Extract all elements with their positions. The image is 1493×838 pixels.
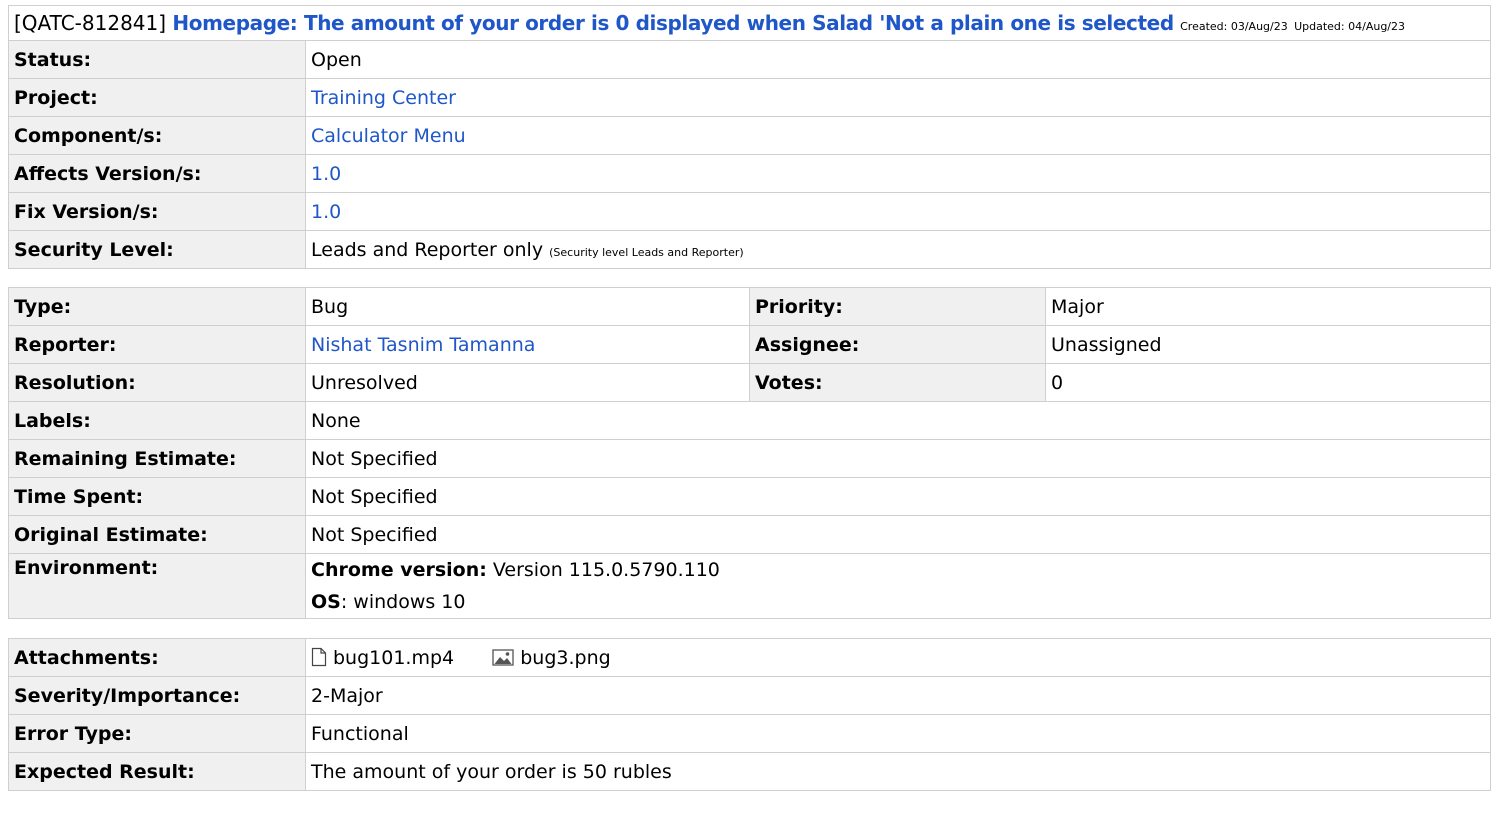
- table-row: Fix Version/s: 1.0: [8, 192, 1491, 231]
- expected-result-label: Expected Result:: [8, 752, 306, 791]
- remaining-estimate-value: Not Specified: [305, 439, 1491, 478]
- issue-summary-link[interactable]: Homepage: The amount of your order is 0 …: [172, 11, 1174, 35]
- fix-version-label: Fix Version/s:: [8, 192, 306, 231]
- fix-version-link[interactable]: 1.0: [311, 201, 341, 223]
- env-chrome-line: Chrome version: Version 115.0.5790.110: [311, 555, 1485, 587]
- security-level-label: Security Level:: [8, 230, 306, 269]
- attachments-label: Attachments:: [8, 638, 306, 677]
- table-row: Original Estimate: Not Specified: [8, 515, 1491, 554]
- table-row: Severity/Importance: 2-Major: [8, 676, 1491, 715]
- attachment-name[interactable]: bug101.mp4: [333, 647, 454, 669]
- attachments-list: bug101.mp4 bug3.png: [305, 638, 1491, 677]
- environment-label: Environment:: [8, 553, 306, 619]
- table-row: Expected Result: The amount of your orde…: [8, 752, 1491, 791]
- reporter-label: Reporter:: [8, 325, 306, 364]
- table-row: Component/s: Calculator Menu: [8, 116, 1491, 155]
- component-label: Component/s:: [8, 116, 306, 155]
- priority-label: Priority:: [749, 287, 1046, 326]
- status-value: Open: [305, 40, 1491, 79]
- error-type-value: Functional: [305, 714, 1491, 753]
- labels-value: None: [305, 401, 1491, 440]
- expected-result-value: The amount of your order is 50 rubles: [305, 752, 1491, 791]
- resolution-label: Resolution:: [8, 363, 306, 402]
- security-level-value: Leads and Reporter only: [311, 238, 544, 261]
- image-icon: [492, 648, 514, 666]
- reporter-link[interactable]: Nishat Tasnim Tamanna: [311, 334, 535, 356]
- attachment-item[interactable]: bug101.mp4: [311, 647, 460, 669]
- votes-label: Votes:: [749, 363, 1046, 402]
- priority-value: Major: [1045, 287, 1491, 326]
- assignee-label: Assignee:: [749, 325, 1046, 364]
- details-table: Status: Open Project: Training Center Co…: [8, 40, 1491, 269]
- table-row: Project: Training Center: [8, 78, 1491, 117]
- fields-table: Type: Bug Priority: Major Reporter: Nish…: [8, 287, 1491, 619]
- time-spent-label: Time Spent:: [8, 477, 306, 516]
- env-os-key: OS: [311, 591, 341, 613]
- status-label: Status:: [8, 40, 306, 79]
- table-row: Affects Version/s: 1.0: [8, 154, 1491, 193]
- attachment-name[interactable]: bug3.png: [520, 647, 610, 669]
- type-value: Bug: [305, 287, 750, 326]
- labels-label: Labels:: [8, 401, 306, 440]
- votes-value: 0: [1045, 363, 1491, 402]
- table-row: Time Spent: Not Specified: [8, 477, 1491, 516]
- component-link[interactable]: Calculator Menu: [311, 125, 466, 147]
- table-row: Security Level: Leads and Reporter only …: [8, 230, 1491, 269]
- created-date: Created: 03/Aug/23: [1180, 20, 1288, 33]
- table-row: Type: Bug Priority: Major: [8, 287, 1491, 326]
- resolution-value: Unresolved: [305, 363, 750, 402]
- project-link[interactable]: Training Center: [311, 87, 456, 109]
- attachment-item[interactable]: bug3.png: [492, 647, 611, 669]
- environment-value: Chrome version: Version 115.0.5790.110 O…: [305, 553, 1491, 619]
- affects-version-label: Affects Version/s:: [8, 154, 306, 193]
- table-row: Environment: Chrome version: Version 115…: [8, 553, 1491, 619]
- table-row: Remaining Estimate: Not Specified: [8, 439, 1491, 478]
- updated-date: Updated: 04/Aug/23: [1294, 20, 1406, 33]
- table-row: Status: Open: [8, 40, 1491, 79]
- env-chrome-key: Chrome version:: [311, 559, 487, 581]
- issue-key: [QATC-812841]: [14, 11, 167, 35]
- custom-fields-table: Attachments: bug101.mp4 bug3.png Severit…: [8, 638, 1491, 791]
- table-row: Reporter: Nishat Tasnim Tamanna Assignee…: [8, 325, 1491, 364]
- issue-view: [QATC-812841] Homepage: The amount of yo…: [8, 5, 1491, 791]
- file-icon: [311, 647, 327, 666]
- severity-value: 2-Major: [305, 676, 1491, 715]
- original-estimate-label: Original Estimate:: [8, 515, 306, 554]
- security-level-note: (Security level Leads and Reporter): [549, 245, 744, 259]
- table-row: Labels: None: [8, 401, 1491, 440]
- env-os-value: : windows 10: [340, 591, 466, 613]
- table-row: Attachments: bug101.mp4 bug3.png: [8, 638, 1491, 677]
- project-label: Project:: [8, 78, 306, 117]
- severity-label: Severity/Importance:: [8, 676, 306, 715]
- type-label: Type:: [8, 287, 306, 326]
- affects-version-link[interactable]: 1.0: [311, 163, 341, 185]
- remaining-estimate-label: Remaining Estimate:: [8, 439, 306, 478]
- assignee-value: Unassigned: [1045, 325, 1491, 364]
- env-chrome-value: Version 115.0.5790.110: [486, 559, 720, 581]
- issue-header: [QATC-812841] Homepage: The amount of yo…: [8, 5, 1491, 40]
- error-type-label: Error Type:: [8, 714, 306, 753]
- table-row: Error Type: Functional: [8, 714, 1491, 753]
- original-estimate-value: Not Specified: [305, 515, 1491, 554]
- table-row: Resolution: Unresolved Votes: 0: [8, 363, 1491, 402]
- env-os-line: OS: windows 10: [311, 586, 1485, 618]
- time-spent-value: Not Specified: [305, 477, 1491, 516]
